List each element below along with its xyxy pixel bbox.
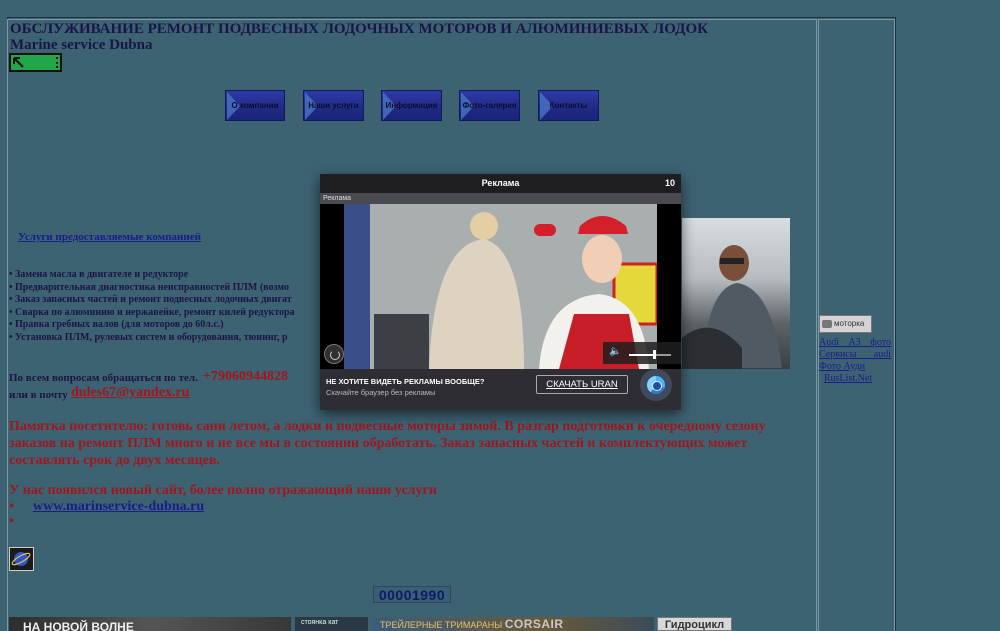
services-link[interactable]: Услуги предоставляемые компанией	[18, 231, 201, 243]
sidebar-links: Audi A3 фото Сервисы audi Фото Ауди	[819, 337, 891, 373]
list-item: Замена масла в двигателе и редукторе	[9, 269, 329, 282]
nav-information-label: Информация	[385, 101, 438, 110]
globe-icon[interactable]	[9, 547, 34, 571]
nav-about[interactable]: О компании	[225, 90, 285, 121]
email-prefix: или в почту	[9, 389, 68, 401]
ad-tagline: Скачайте браузер без рекламы	[326, 388, 436, 397]
download-uran-button[interactable]: СКАЧАТЬ URAN	[536, 375, 628, 394]
volume-control[interactable]: 🔈	[603, 342, 681, 364]
visitor-notice: Памятка посетителю: готовь сани летом, а…	[9, 419, 766, 468]
sidebar-link[interactable]: Audi A3 фото	[819, 337, 891, 348]
banner-trimaran-text: ТРЕЙЛЕРНЫЕ ТРИМАРАНЫ	[380, 620, 503, 630]
boat-photo	[682, 218, 790, 369]
nav-gallery-label: Фото-галерея	[462, 101, 517, 110]
grip-dots	[56, 57, 58, 68]
uran-browser-icon[interactable]	[640, 369, 672, 401]
bullet: •	[9, 499, 14, 514]
ad-modal: Реклама 10 Реклама 🔈 НЕ ХОТИТЕ ВИДЕТЬ РЕ…	[320, 174, 681, 410]
ad-header: Реклама 10	[320, 174, 681, 193]
banner-parking-text: стоянка кат	[301, 619, 339, 626]
volume-knob[interactable]	[653, 350, 657, 359]
nav-about-label: О компании	[231, 101, 279, 110]
banner-parking[interactable]: стоянка кат	[295, 617, 368, 631]
email-link[interactable]: dules67@yandex.ru	[71, 385, 189, 401]
nav-contacts-label: Контакты	[549, 101, 588, 110]
ad-title: Реклама	[481, 178, 520, 188]
ad-no-ads-text: НЕ ХОТИТЕ ВИДЕТЬ РЕКЛАМЫ ВООБЩЕ?	[326, 377, 485, 386]
new-site-link[interactable]: www.marinservice-dubna.ru	[33, 499, 204, 515]
visit-counter: 00001990	[373, 586, 451, 603]
phone-prefix: По всем вопросам обращаться по тел.	[9, 372, 198, 384]
page-title: ОБСЛУЖИВАНИЕ РЕМОНТ ПОДВЕСНЫХ ЛОДОЧНЫХ М…	[10, 21, 709, 37]
list-item: Предварительная диагностика неисправност…	[9, 282, 329, 295]
nav-contacts[interactable]: Контакты	[538, 90, 599, 121]
photo-graphic	[682, 245, 782, 369]
banner-new-wave[interactable]: НА НОВОЙ ВОЛНЕ	[9, 617, 291, 631]
banner-trimaran[interactable]: ТРЕЙЛЕРНЫЕ ТРИМАРАНЫ CORSAIR	[372, 617, 654, 631]
list-item: Заказ запасных частей и ремонт подвесных…	[9, 294, 329, 307]
nav-information[interactable]: Информация	[381, 90, 442, 121]
list-item: Правка гребных валов (для моторов до 60л…	[9, 319, 329, 332]
volume-fill	[629, 354, 655, 356]
service-list: Замена масла в двигателе и редукторе Пре…	[9, 269, 329, 345]
speaker-icon[interactable]: 🔈	[609, 347, 621, 357]
phone-number: +79060944828	[203, 369, 288, 384]
ruslist-link[interactable]: RusList.Net	[824, 373, 872, 384]
ad-countdown: 10	[664, 178, 675, 188]
banner-jetski-text: Гидроцикл	[664, 619, 725, 631]
globe-graphic	[11, 552, 31, 566]
sidebar-link[interactable]: Сервисы audi	[819, 349, 891, 360]
new-site-text: У нас появился новый сайт, более полно о…	[9, 483, 437, 498]
banner-brand: CORSAIR	[504, 617, 564, 631]
banner-new-wave-text: НА НОВОЙ ВОЛНЕ	[23, 620, 134, 631]
nav-gallery[interactable]: Фото-галерея	[459, 90, 520, 121]
bullet: •	[9, 514, 14, 529]
arrow-up-left-icon	[13, 57, 24, 68]
ad-video[interactable]: 🔈	[320, 204, 681, 369]
page-subtitle: Marine service Dubna	[10, 37, 153, 53]
nav-services-label: Наши услуги	[308, 101, 359, 110]
list-item: Сварка по алюминию и нержавейке, ремонт …	[9, 307, 329, 320]
ad-sublabel: Реклама	[320, 193, 681, 204]
back-button[interactable]	[9, 53, 62, 72]
motorka-label: моторка	[834, 319, 865, 328]
banner-jetski[interactable]: Гидроцикл	[657, 617, 732, 631]
list-item: Установка ПЛМ, рулевых систем и оборудов…	[9, 332, 329, 345]
sidebar-link[interactable]: Фото Ауди	[819, 361, 865, 372]
ad-footer: НЕ ХОТИТЕ ВИДЕТЬ РЕКЛАМЫ ВООБЩЕ? Скачайт…	[320, 369, 681, 410]
motorka-button[interactable]: моторка	[819, 315, 872, 333]
loading-icon	[324, 344, 344, 364]
nav-services[interactable]: Наши услуги	[303, 90, 364, 121]
